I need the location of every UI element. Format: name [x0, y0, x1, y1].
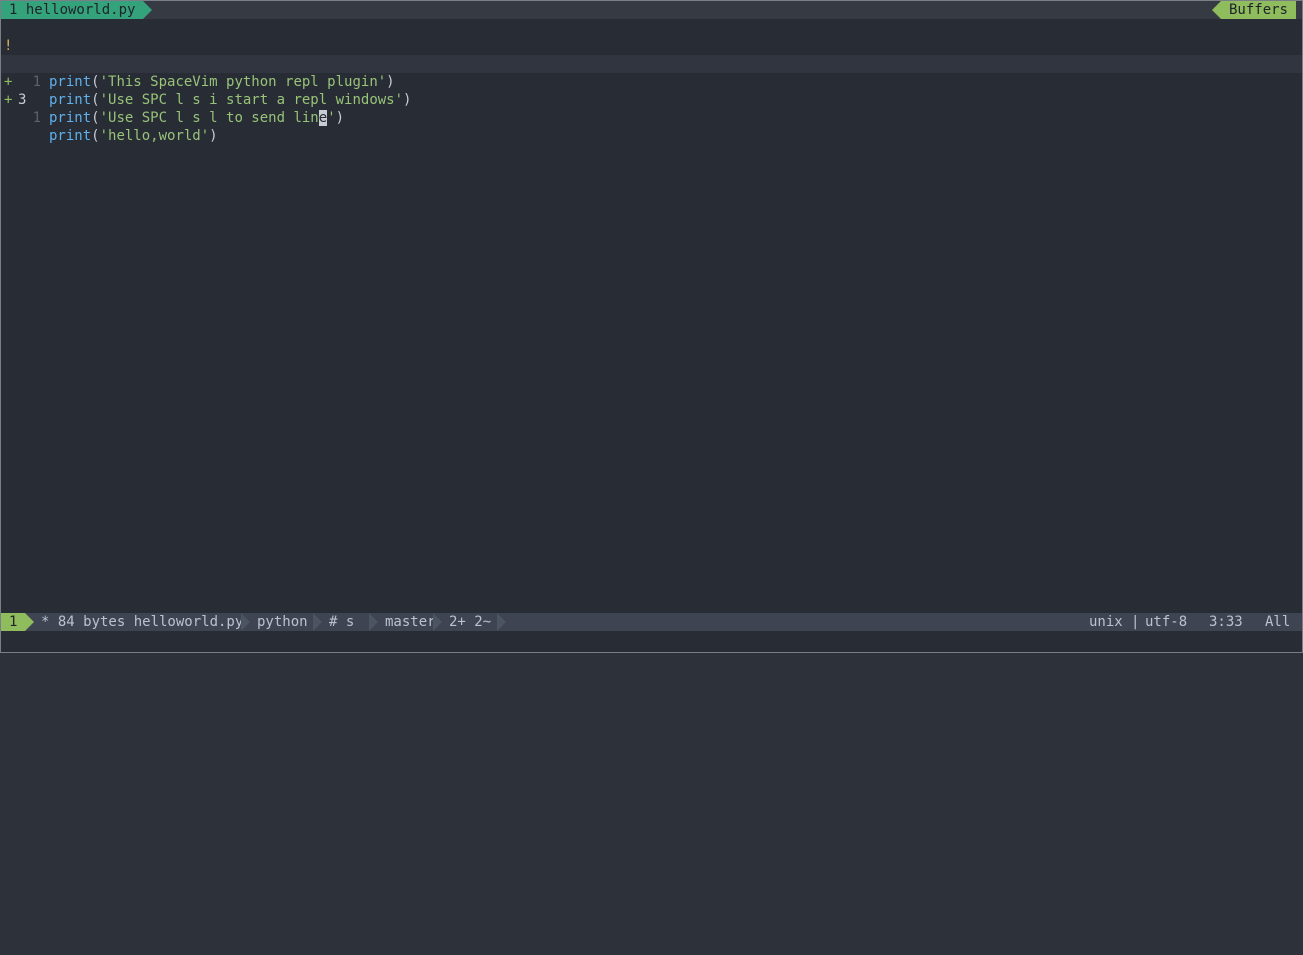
string-literal: 'Use SPC l s l to send lin	[99, 110, 319, 126]
line-number: 1	[32, 110, 41, 126]
vim-window: 1 helloworld.py Buffers ! 2 print('This …	[0, 0, 1303, 653]
added-sign: +	[4, 92, 13, 108]
code-text: print('Use SPC l s i start a repl window…	[49, 92, 412, 108]
text-cursor: e	[318, 110, 328, 126]
diff-stats: 2+ 2~	[449, 614, 492, 630]
filetype: python	[257, 614, 308, 630]
string-literal: 'Use SPC l s i start a repl windows'	[99, 92, 404, 108]
code-text: print('hello,world')	[49, 128, 218, 144]
file-info: * 84 bytes helloworld.py	[41, 614, 244, 630]
function-name: print	[49, 128, 92, 144]
function-name: print	[49, 92, 92, 108]
function-name: print	[49, 110, 92, 126]
status-divider: |	[1131, 614, 1140, 630]
command-line[interactable]	[1, 631, 1302, 652]
scroll-percentage: All	[1265, 614, 1291, 630]
file-format: unix	[1089, 614, 1123, 630]
buffer-number: 1	[1, 613, 36, 631]
string-literal: 'hello,world'	[99, 128, 210, 144]
code-text: print('Use SPC l s l to send line')	[49, 110, 345, 126]
string-literal-end: '	[327, 110, 336, 126]
cursor-position: 3:33	[1209, 614, 1243, 630]
separator-arrow	[369, 613, 378, 631]
code-line[interactable]: + 1 print('hello,world')	[1, 73, 1302, 144]
editor-area[interactable]: ! 2 print('This SpaceVim python repl plu…	[1, 19, 1302, 144]
tabline: 1 helloworld.py Buffers	[1, 1, 1302, 19]
buffers-label: Buffers	[1211, 1, 1296, 19]
tab-helloworld[interactable]: 1 helloworld.py	[1, 1, 153, 19]
separator-arrow	[497, 613, 506, 631]
separator-arrow	[241, 613, 250, 631]
code-line[interactable]: ! 2 print('This SpaceVim python repl plu…	[1, 19, 1302, 90]
current-code-line[interactable]: + 3 print('Use SPC l s l to send line')	[1, 55, 1302, 126]
code-line[interactable]: ! 1 print('Use SPC l s i start a repl wi…	[1, 37, 1302, 108]
separator-arrow	[313, 613, 322, 631]
file-encoding: utf-8	[1145, 614, 1188, 630]
separator-arrow	[433, 613, 442, 631]
statusline: 1 * 84 bytes helloworld.py python # s ma…	[1, 613, 1302, 631]
session-indicator: # s	[329, 614, 355, 630]
